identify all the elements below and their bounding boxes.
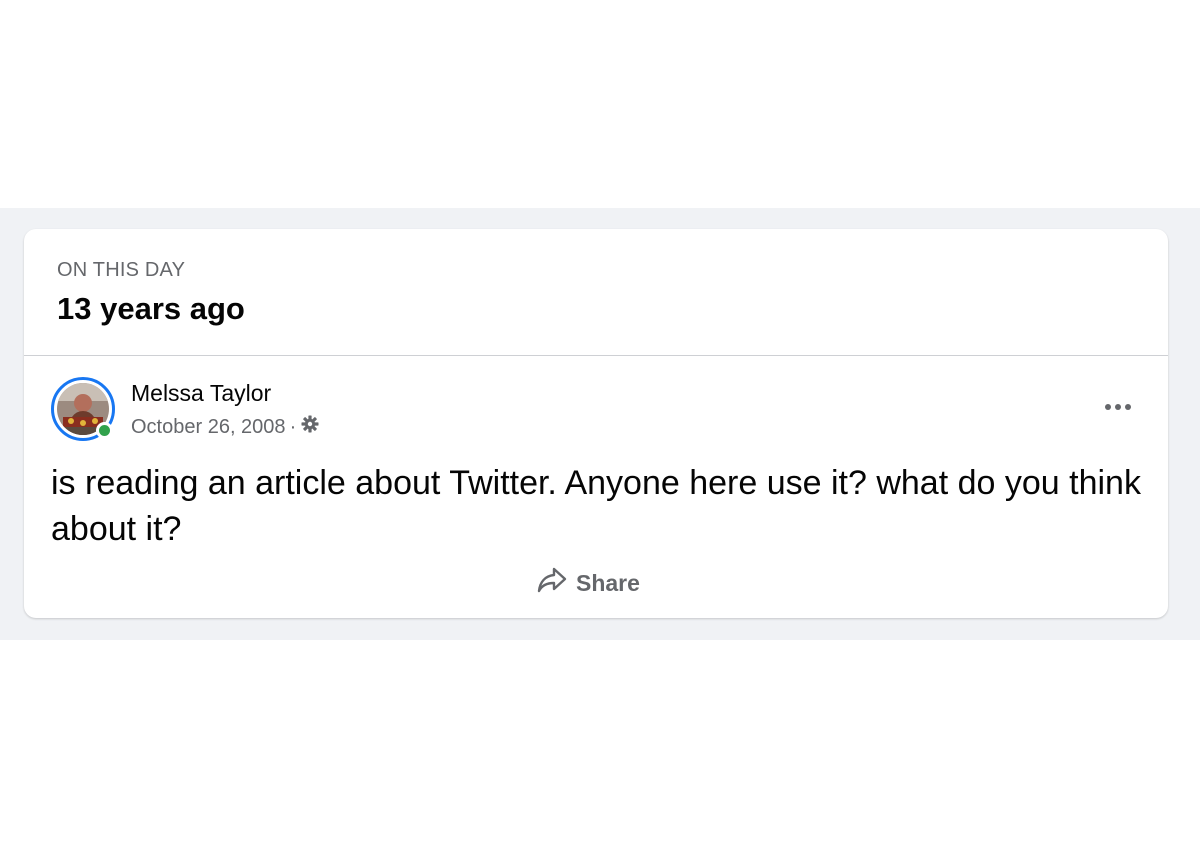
memory-title: 13 years ago (57, 291, 245, 326)
post: Melssa Taylor October 26, 2008 · is read… (24, 356, 1168, 618)
more-options-button[interactable] (1098, 389, 1138, 425)
avatar[interactable] (51, 377, 115, 441)
post-date[interactable]: October 26, 2008 (131, 416, 286, 439)
post-meta: October 26, 2008 · (131, 414, 320, 440)
share-label: Share (576, 569, 640, 596)
meta-separator: · (289, 415, 297, 438)
top-whitespace (0, 0, 1200, 208)
online-status-dot (96, 422, 113, 439)
feed-background: ON THIS DAY 13 years ago Melssa Taylor O… (0, 208, 1200, 640)
memory-card: ON THIS DAY 13 years ago Melssa Taylor O… (24, 229, 1168, 618)
post-text: is reading an article about Twitter. Any… (51, 464, 1141, 548)
memory-kicker: ON THIS DAY (57, 259, 186, 281)
more-options-icon (1103, 398, 1133, 416)
gear-icon[interactable] (300, 414, 320, 440)
share-button[interactable]: Share (536, 564, 640, 602)
share-arrow-icon (536, 566, 576, 600)
author-name[interactable]: Melssa Taylor (131, 380, 271, 407)
memory-header: ON THIS DAY 13 years ago (24, 229, 1168, 356)
